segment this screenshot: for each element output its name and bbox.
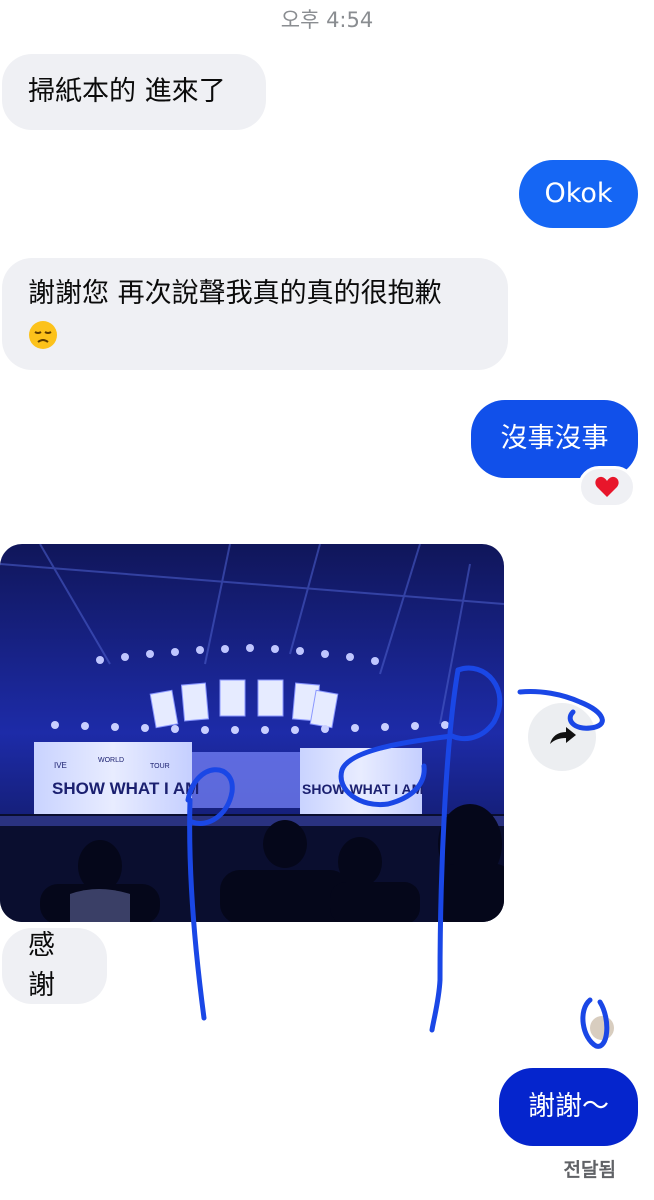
photo-text-world: WORLD	[98, 757, 124, 764]
message-text: 掃紙本的 進來了	[28, 76, 226, 107]
message-text: 感謝	[28, 930, 55, 1001]
incoming-message[interactable]: 謝謝您 再次說聲我真的真的很抱歉	[2, 258, 508, 370]
disappointed-face-emoji-icon	[29, 320, 57, 349]
seen-avatar	[590, 1016, 614, 1040]
message-text: 謝謝～	[528, 1091, 609, 1122]
incoming-message[interactable]: 掃紙本的 進來了	[2, 54, 266, 130]
delivery-status: 전달됨	[563, 1159, 616, 1181]
photo-text-tour: TOUR	[150, 763, 170, 770]
share-forward-icon	[550, 727, 576, 744]
message-text: 謝謝您 再次說聲我真的真的很抱歉	[28, 278, 442, 309]
photo-text-ive: IVE	[54, 761, 67, 770]
message-timestamp: 오후 4:54	[280, 8, 374, 32]
incoming-message[interactable]: 感謝	[2, 928, 107, 1004]
heart-icon	[595, 476, 619, 497]
concert-stage-image: IVE WORLD TOUR SHOW WHAT I AM SHOW WHAT …	[0, 544, 504, 922]
outgoing-message[interactable]: 謝謝～	[499, 1068, 638, 1146]
message-text: 沒事沒事	[500, 423, 609, 454]
photo-text-headline-left: SHOW WHAT I AM	[52, 779, 199, 798]
heart-reaction-badge[interactable]	[578, 466, 636, 508]
message-text: Okok	[544, 178, 613, 209]
shared-photo-concert-stage[interactable]: IVE WORLD TOUR SHOW WHAT I AM SHOW WHAT …	[0, 544, 504, 922]
outgoing-message[interactable]: Okok	[519, 160, 638, 228]
photo-text-headline-right: SHOW WHAT I AM	[302, 781, 423, 797]
